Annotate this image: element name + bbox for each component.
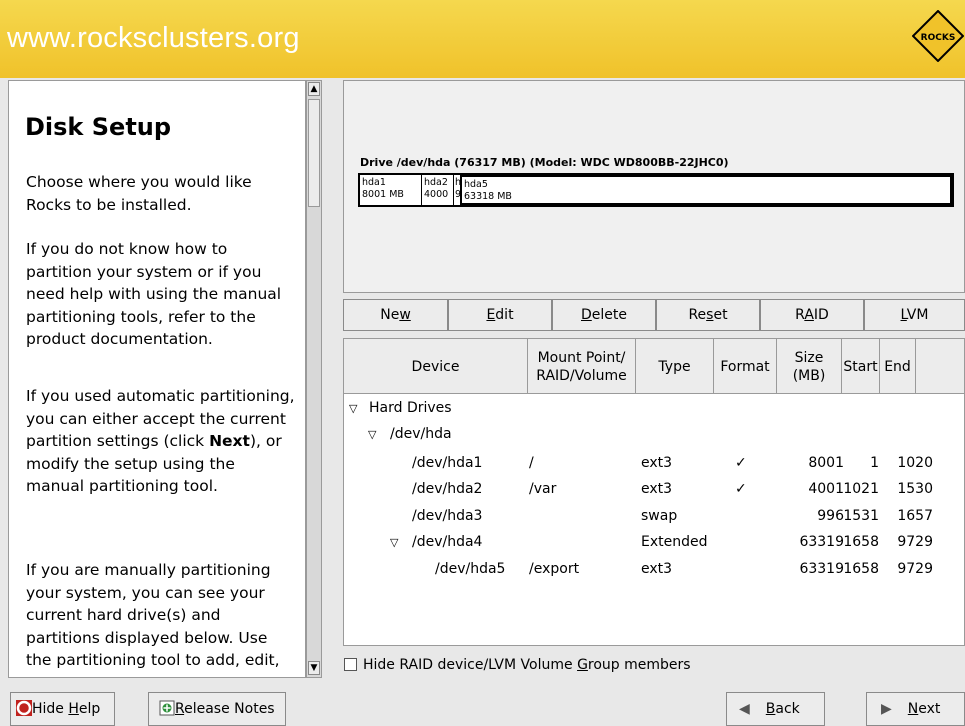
- hide-raid-checkbox[interactable]: [344, 658, 357, 671]
- column-header-mount[interactable]: Mount Point/RAID/Volume: [528, 339, 636, 394]
- table-row[interactable]: /dev/hda1 / ext3 ✓ 8001 1 1020: [344, 452, 964, 476]
- partition-table: Device Mount Point/RAID/Volume Type Form…: [343, 338, 965, 646]
- reset-button[interactable]: Reset: [656, 299, 760, 331]
- release-notes-icon: [159, 700, 175, 716]
- hide-raid-checkbox-row[interactable]: Hide RAID device/LVM Volume Group member…: [344, 657, 691, 673]
- scroll-down-arrow-icon[interactable]: ▼: [308, 661, 320, 675]
- column-header-size[interactable]: Size (MB): [777, 339, 842, 394]
- help-title: Disk Setup: [25, 113, 172, 141]
- column-header-type[interactable]: Type: [636, 339, 714, 394]
- help-p3-next: Next: [209, 432, 250, 450]
- partition-segment[interactable]: hda1 8001 MB: [360, 175, 422, 205]
- segment-size: 4000: [424, 189, 449, 200]
- tree-label: Hard Drives: [369, 400, 452, 416]
- header-banner: www.rocksclusters.org ROCKS: [0, 0, 965, 78]
- site-url: www.rocksclusters.org: [7, 22, 300, 54]
- segment-size: 63318 MB: [464, 191, 512, 202]
- back-button[interactable]: ◀ Back: [726, 692, 825, 726]
- help-panel: Disk Setup Choose where you would like R…: [8, 80, 306, 678]
- expander-down-icon[interactable]: ▽: [349, 402, 357, 415]
- segment-size: 9: [455, 189, 461, 200]
- column-header-format[interactable]: Format: [714, 339, 777, 394]
- delete-button[interactable]: Delete: [552, 299, 656, 331]
- raid-button[interactable]: RAID: [760, 299, 864, 331]
- column-header-device[interactable]: Device: [344, 339, 528, 394]
- rocks-logo: ROCKS: [912, 10, 964, 62]
- segment-size: 8001 MB: [362, 189, 404, 200]
- tree-row-dev-hda[interactable]: ▽ /dev/hda: [344, 423, 964, 447]
- logo-text: ROCKS: [921, 33, 956, 43]
- expander-down-icon[interactable]: ▽: [368, 428, 376, 441]
- partition-segment[interactable]: hda2 4000: [422, 175, 454, 205]
- table-row[interactable]: /dev/hda3 swap 996 1531 1657: [344, 505, 964, 529]
- help-lifebuoy-icon: [16, 700, 32, 716]
- release-notes-button[interactable]: Release Notes: [148, 692, 286, 726]
- help-paragraph-1: Choose where you would like Rocks to be …: [26, 173, 252, 214]
- drive-bar: hda1 8001 MB hda2 4000 h 9 hda5 63318 MB: [358, 173, 954, 207]
- expander-down-icon[interactable]: ▽: [390, 536, 398, 549]
- help-paragraph-2: If you do not know how to partition your…: [26, 240, 282, 348]
- drive-graphic-pane: Drive /dev/hda (76317 MB) (Model: WDC WD…: [343, 80, 965, 293]
- partition-segment[interactable]: hda5 63318 MB: [462, 177, 942, 207]
- tree-label: /dev/hda: [390, 426, 452, 442]
- segment-name: hda5: [464, 179, 488, 190]
- drive-label: Drive /dev/hda (76317 MB) (Model: WDC WD…: [360, 156, 729, 169]
- checkmark-icon: ✓: [735, 455, 747, 471]
- segment-name: hda2: [424, 177, 448, 188]
- table-row[interactable]: /dev/hda5 /export ext3 63319 1658 9729: [344, 558, 964, 582]
- help-scrollbar[interactable]: ▲ ▼: [306, 80, 322, 678]
- new-button[interactable]: New: [343, 299, 448, 331]
- segment-name: h: [455, 177, 461, 188]
- table-header: Device Mount Point/RAID/Volume Type Form…: [344, 339, 964, 394]
- column-header-start[interactable]: Start: [842, 339, 880, 394]
- tree-row-hard-drives[interactable]: ▽ Hard Drives: [344, 397, 964, 421]
- extended-partition-segment[interactable]: hda5 63318 MB: [460, 175, 952, 205]
- lvm-button[interactable]: LVM: [864, 299, 965, 331]
- help-paragraph-3: If you used automatic partitioning, you …: [26, 385, 296, 498]
- hide-help-button[interactable]: Hide Help: [10, 692, 115, 726]
- next-button[interactable]: ▶ Next: [866, 692, 965, 726]
- next-arrow-icon: ▶: [881, 701, 892, 717]
- scroll-thumb[interactable]: [308, 99, 320, 207]
- table-row[interactable]: /dev/hda2 /var ext3 ✓ 4001 1021 1530: [344, 478, 964, 502]
- back-arrow-icon: ◀: [739, 701, 750, 717]
- scroll-up-arrow-icon[interactable]: ▲: [308, 82, 320, 96]
- column-header-end[interactable]: End: [880, 339, 916, 394]
- partition-toolbar: New Edit Delete Reset RAID LVM: [343, 299, 965, 331]
- help-paragraph-4: If you are manually partitioning your sy…: [26, 561, 280, 669]
- segment-name: hda1: [362, 177, 386, 188]
- checkmark-icon: ✓: [735, 481, 747, 497]
- edit-button[interactable]: Edit: [448, 299, 552, 331]
- table-row[interactable]: ▽ /dev/hda4 Extended 63319 1658 9729: [344, 531, 964, 555]
